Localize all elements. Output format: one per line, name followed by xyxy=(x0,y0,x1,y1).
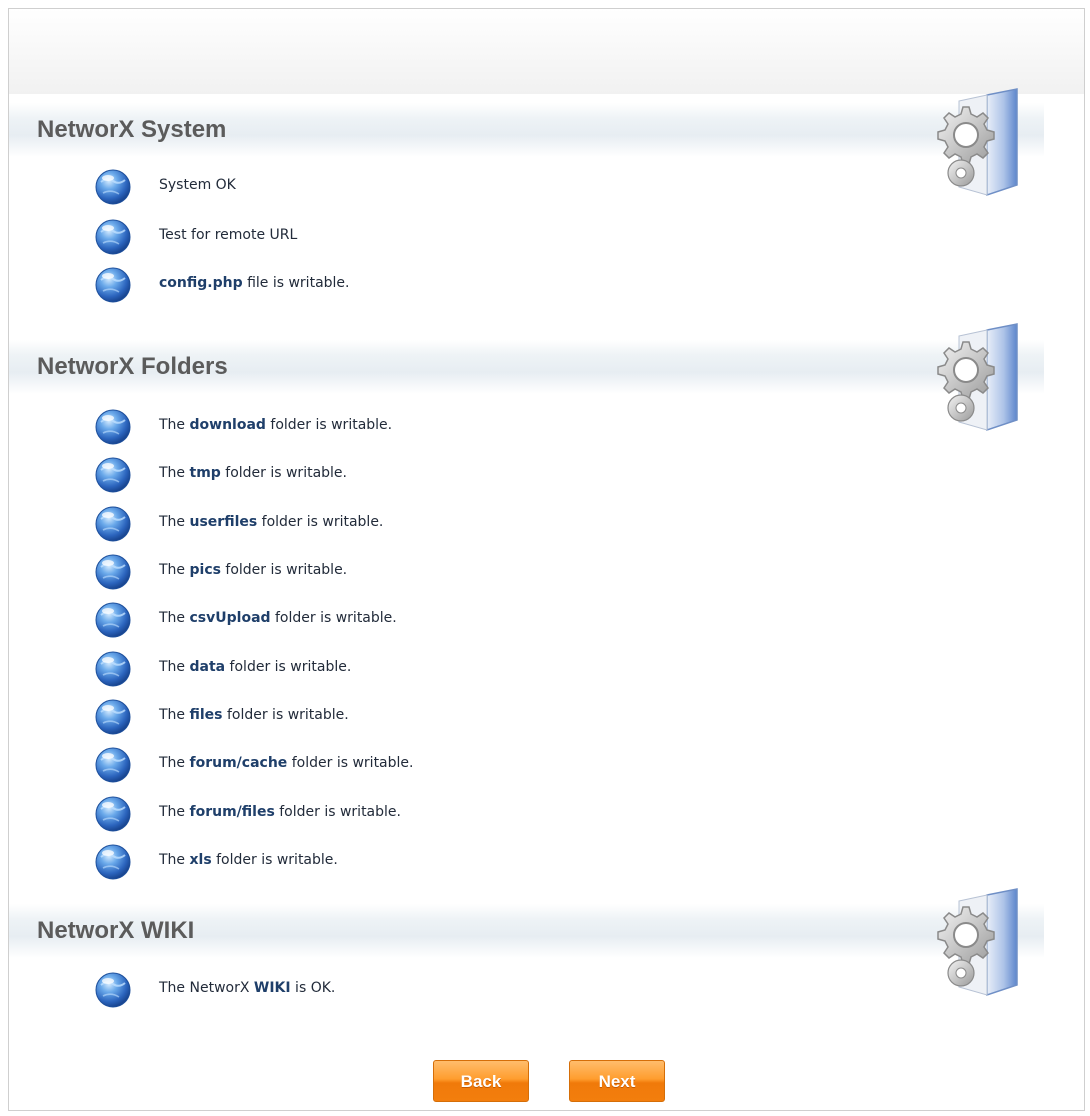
globe-icon xyxy=(95,457,131,493)
globe-icon xyxy=(95,844,131,880)
item-text: The pics folder is writable. xyxy=(159,562,348,578)
next-button[interactable]: Next xyxy=(569,1060,665,1102)
gear-folder-icon xyxy=(929,887,1039,997)
item-text: config.php file is writable. xyxy=(159,275,350,291)
top-banner xyxy=(9,9,1084,94)
item-text: Test for remote URL xyxy=(159,227,298,243)
globe-icon xyxy=(95,409,131,445)
section-header-system: NetworX System xyxy=(9,103,1044,157)
item-text: The data folder is writable. xyxy=(159,659,352,675)
globe-icon xyxy=(95,267,131,303)
globe-icon xyxy=(95,972,131,1008)
gear-folder-icon xyxy=(929,87,1039,197)
section-title: NetworX Folders xyxy=(37,353,228,380)
globe-icon xyxy=(95,796,131,832)
item-text: The forum/files folder is writable. xyxy=(159,804,401,820)
item-text: The forum/cache folder is writable. xyxy=(159,755,414,771)
section-title: NetworX WIKI xyxy=(37,917,195,944)
item-text: The tmp folder is writable. xyxy=(159,465,347,481)
globe-icon xyxy=(95,747,131,783)
section-title: NetworX System xyxy=(37,116,227,143)
globe-icon xyxy=(95,169,131,205)
gear-folder-icon xyxy=(929,322,1039,432)
section-header-folders: NetworX Folders xyxy=(9,340,1044,394)
item-text: The NetworX WIKI is OK. xyxy=(159,980,336,996)
item-text: The userfiles folder is writable. xyxy=(159,514,384,530)
back-button[interactable]: Back xyxy=(433,1060,529,1102)
item-text: System OK xyxy=(159,177,236,193)
item-text: The xls folder is writable. xyxy=(159,852,338,868)
globe-icon xyxy=(95,699,131,735)
globe-icon xyxy=(95,651,131,687)
globe-icon xyxy=(95,219,131,255)
item-text: The download folder is writable. xyxy=(159,417,393,433)
globe-icon xyxy=(95,554,131,590)
section-header-wiki: NetworX WIKI xyxy=(9,904,1044,958)
globe-icon xyxy=(95,602,131,638)
item-text: The files folder is writable. xyxy=(159,707,349,723)
globe-icon xyxy=(95,506,131,542)
item-text: The csvUpload folder is writable. xyxy=(159,610,397,626)
installer-page: NetworX System System OK Test for remote… xyxy=(8,8,1085,1111)
